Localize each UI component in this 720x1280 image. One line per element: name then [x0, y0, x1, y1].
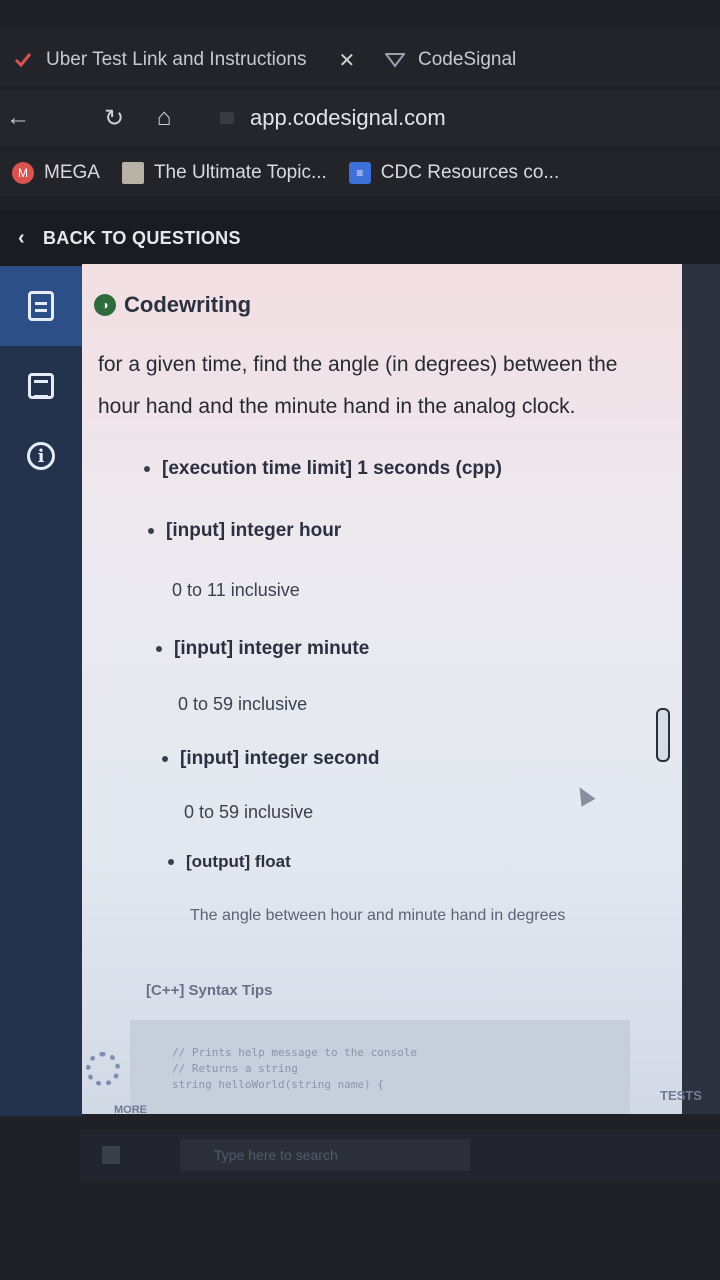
section-title: Codewriting: [124, 292, 252, 317]
document-icon: [28, 291, 54, 321]
spec-label: [input] integer second: [180, 748, 380, 769]
bookmarks-bar: M MEGA The Ultimate Topic... ≡ CDC Resou…: [0, 150, 720, 196]
syntax-tips-heading[interactable]: [C++] Syntax Tips: [146, 982, 272, 999]
spec-detail: The angle between hour and minute hand i…: [190, 907, 566, 924]
tab-label: Uber Test Link and Instructions: [46, 49, 307, 70]
back-arrow-icon[interactable]: ←: [4, 104, 32, 132]
close-icon[interactable]: ✕: [339, 48, 356, 73]
bullet-icon: [168, 859, 174, 865]
spec-label: [execution time limit] 1 seconds (cpp): [162, 458, 502, 479]
list-icon: [28, 373, 54, 399]
codesignal-logo-icon: [384, 49, 406, 71]
browser-nav-bar: ← ↻ ⌂ app.codesignal.com: [0, 90, 720, 146]
code-line: // Prints help message to the console: [172, 1046, 418, 1059]
bookmark-mega[interactable]: M MEGA: [12, 162, 100, 184]
bullet-icon: [144, 466, 150, 472]
spec-label: [output] float: [186, 852, 291, 871]
tab-codesignal[interactable]: CodeSignal: [384, 42, 684, 78]
bookmark-label: CDC Resources co...: [380, 162, 560, 183]
windows-start-icon[interactable]: [102, 1146, 120, 1164]
spec-detail: 0 to 59 inclusive: [178, 694, 308, 714]
spec-item: [execution time limit] 1 seconds (cpp): [144, 458, 502, 480]
url-text: app.codesignal.com: [250, 105, 446, 130]
bullet-icon: [156, 646, 162, 652]
tab-uber-test[interactable]: Uber Test Link and Instructions ✕: [12, 42, 372, 78]
code-line: string helloWorld(string name) {: [172, 1078, 384, 1091]
bookmark-label: The Ultimate Topic...: [153, 162, 327, 183]
tab-label: CodeSignal: [418, 49, 517, 70]
settings-gear-icon[interactable]: [86, 1052, 120, 1086]
spec-item: [input] integer second: [162, 748, 380, 770]
chevron-left-icon: ‹: [18, 226, 25, 249]
spec-item: [input] integer hour: [148, 520, 341, 542]
document-icon: ≡: [348, 162, 371, 184]
spec-item: [input] integer minute: [156, 638, 369, 660]
syntax-code-sample: // Prints help message to the console //…: [130, 1020, 630, 1114]
bookmark-cdc-resources[interactable]: ≡ CDC Resources co...: [348, 162, 560, 184]
side-rail: i: [0, 266, 82, 1116]
back-to-questions-link[interactable]: ‹ BACK TO QUESTIONS: [0, 210, 720, 266]
screen: Uber Test Link and Instructions ✕ CodeSi…: [0, 0, 720, 1280]
code-line: // Returns a string: [172, 1062, 298, 1075]
bookmark-label: MEGA: [44, 162, 100, 183]
bookmark-ultimate-topic[interactable]: The Ultimate Topic...: [121, 162, 327, 184]
browser-tab-bar: Uber Test Link and Instructions ✕ CodeSi…: [0, 30, 720, 86]
tests-tab[interactable]: TESTS: [660, 1088, 702, 1103]
rail-description-tab[interactable]: [0, 266, 82, 346]
spec-detail: 0 to 11 inclusive: [172, 580, 300, 600]
spec-detail: 0 to 59 inclusive: [184, 802, 314, 822]
back-label: BACK TO QUESTIONS: [42, 227, 241, 248]
rail-info-tab[interactable]: i: [0, 416, 82, 496]
editor-pane-edge: [682, 264, 720, 1114]
thumbnail-icon: [121, 162, 144, 184]
spec-item: [output] float: [168, 852, 291, 872]
reload-icon[interactable]: ↻: [100, 104, 128, 132]
codewriting-icon: ◑: [94, 294, 116, 316]
bullet-icon: [162, 756, 168, 762]
home-icon[interactable]: ⌂: [150, 104, 178, 132]
mega-icon: M: [12, 162, 34, 184]
taskbar-search-input[interactable]: Type here to search: [180, 1139, 470, 1171]
info-icon: i: [27, 442, 55, 470]
task-description: for a given time, find the angle (in deg…: [98, 353, 618, 418]
more-button[interactable]: MORE: [114, 1104, 147, 1116]
address-bar[interactable]: app.codesignal.com: [220, 102, 446, 134]
section-heading: ◑ Codewriting: [94, 292, 251, 318]
panel-scrollbar[interactable]: [656, 708, 670, 762]
lock-icon: [220, 112, 234, 124]
checkmark-icon: [12, 49, 34, 71]
spec-label: [input] integer minute: [174, 638, 370, 659]
bullet-icon: [148, 528, 154, 534]
spec-label: [input] integer hour: [166, 520, 342, 541]
rail-list-tab[interactable]: [0, 346, 82, 426]
os-taskbar: Type here to search: [80, 1130, 720, 1180]
